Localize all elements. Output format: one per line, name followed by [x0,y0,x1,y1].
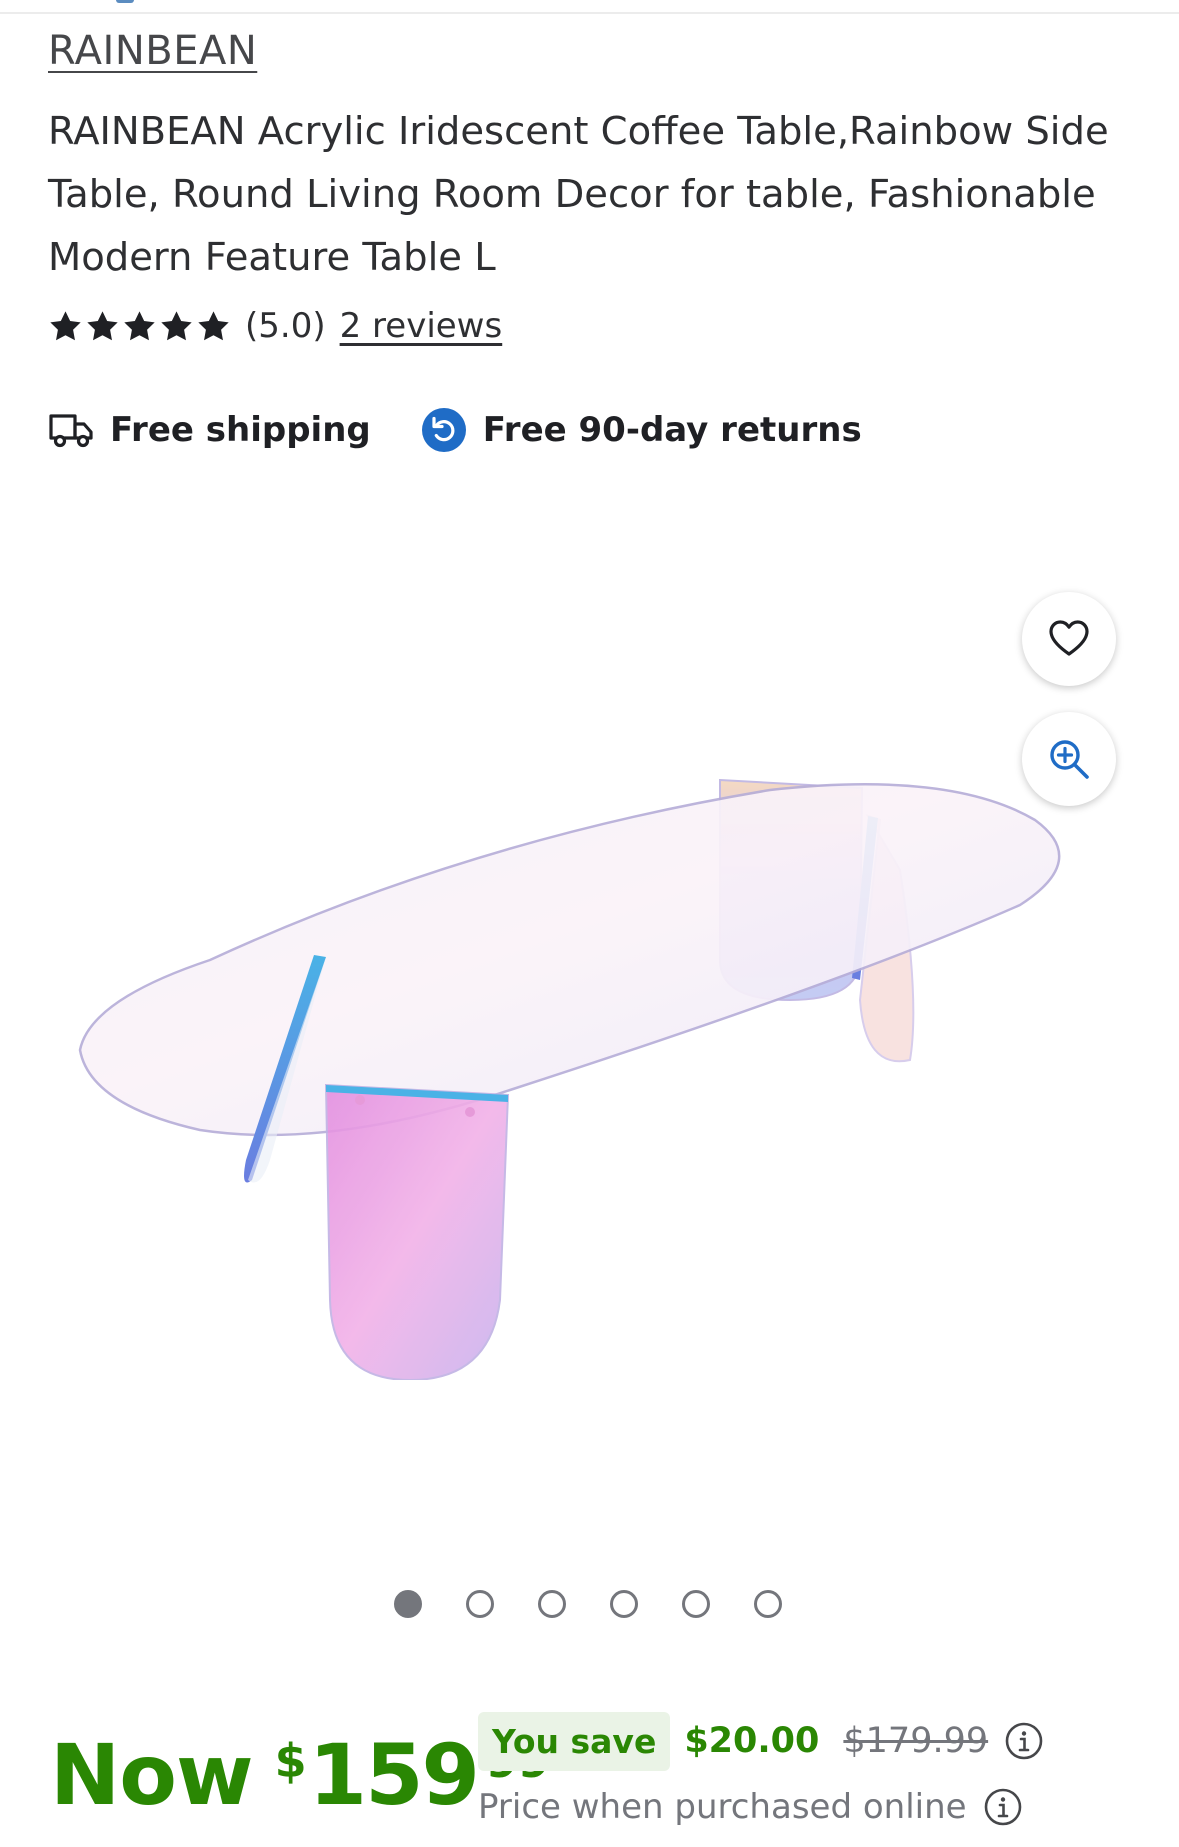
rating-value: (5.0) [245,306,326,346]
truck-icon [49,414,93,448]
current-price: Now $ 159 99 [50,1720,550,1830]
free-returns-badge: Free 90-day returns [371,407,862,453]
header-divider [0,12,1179,14]
product-image-gallery[interactable] [0,480,1179,1560]
product-image[interactable] [70,660,1110,1380]
save-amount: $20.00 [684,1721,820,1761]
price-dollars: 159 [308,1726,480,1824]
reviews-link[interactable]: 2 reviews [340,306,503,346]
info-icon[interactable] [983,1787,1023,1827]
returns-icon [421,408,466,452]
was-price: $179.99 [843,1721,989,1761]
star-icon [198,310,229,340]
online-price-note: Price when purchased online [478,1787,967,1827]
free-shipping-label: Free shipping [110,410,371,450]
heart-icon [1049,620,1089,656]
star-icon [161,310,192,340]
star-icon [124,310,155,340]
price-currency: $ [274,1734,307,1788]
brand-link[interactable]: RAINBEAN [48,28,257,74]
gallery-dot[interactable] [610,1590,638,1618]
favorite-button[interactable] [1022,592,1116,686]
zoom-button[interactable] [1022,712,1116,806]
info-icon[interactable] [1004,1721,1044,1761]
savings-row: You save $20.00 $179.99 [478,1708,1044,1774]
gallery-dot[interactable] [682,1590,710,1618]
free-returns-label: Free 90-day returns [482,410,862,450]
you-save-badge: You save [478,1711,671,1771]
product-title: RAINBEAN Acrylic Iridescent Coffee Table… [48,109,1109,280]
online-price-note-row: Price when purchased online [478,1782,1023,1832]
gallery-pagination [394,1590,782,1618]
star-icon [87,310,118,340]
fulfillment-badges: Free shipping Free 90-day returns [48,405,862,455]
gallery-dot[interactable] [466,1590,494,1618]
header-edge [116,0,134,3]
gallery-dot[interactable] [394,1590,422,1618]
rating-row: (5.0) 2 reviews [48,306,502,346]
price-now-label: Now [50,1726,254,1824]
gallery-dot[interactable] [754,1590,782,1618]
zoom-in-icon [1050,740,1089,779]
star-icon [50,310,81,340]
star-rating [48,309,231,344]
free-shipping-badge: Free shipping [48,410,371,450]
gallery-dot[interactable] [538,1590,566,1618]
